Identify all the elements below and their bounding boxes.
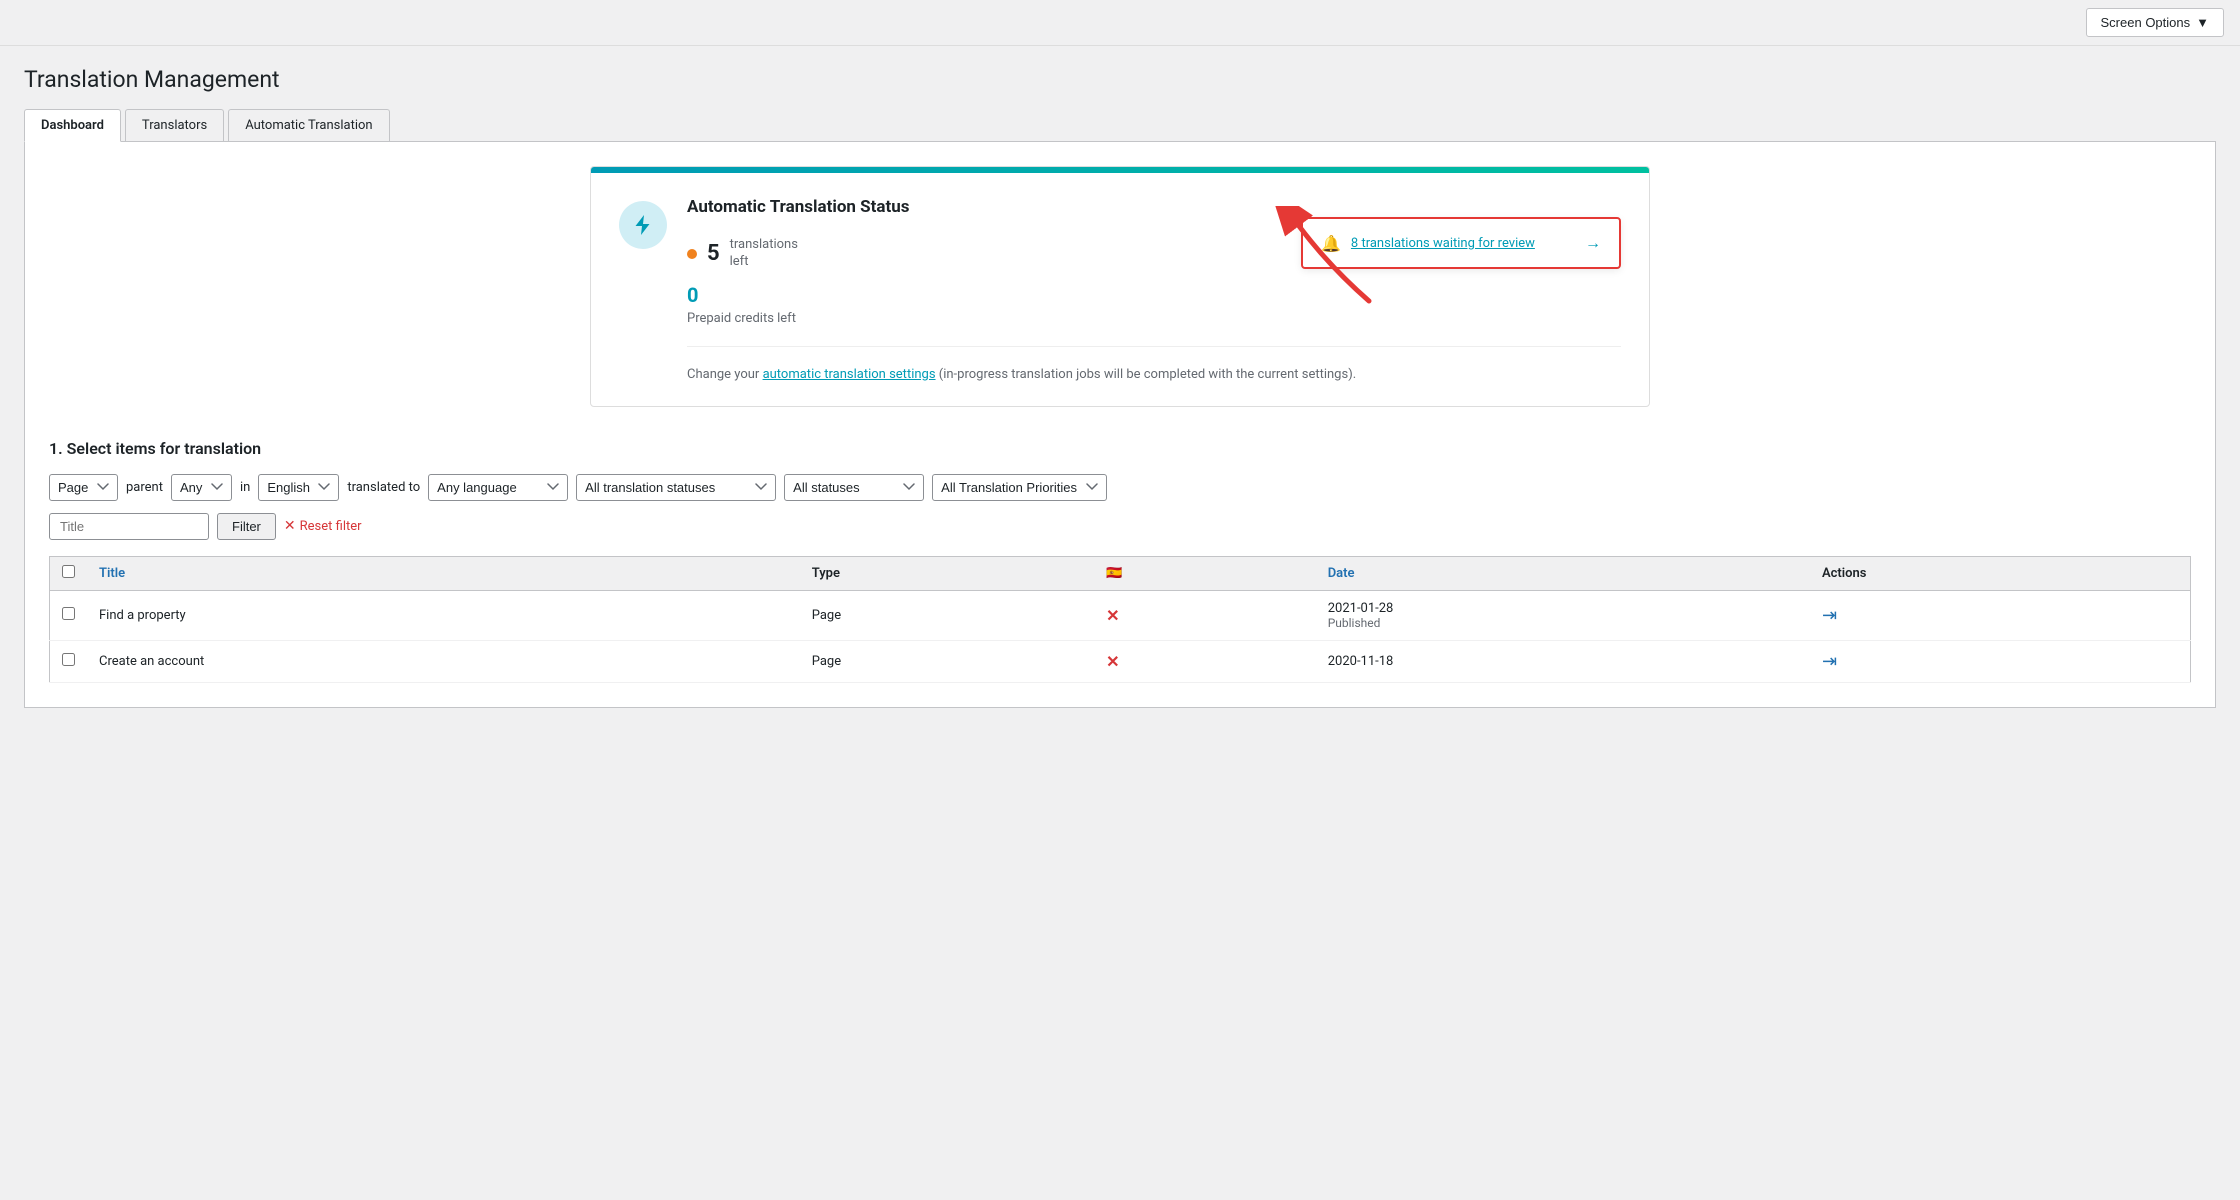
status-x-mark: ✕: [1106, 652, 1119, 671]
language-in-select[interactable]: English: [258, 474, 339, 501]
header-title[interactable]: Title: [87, 556, 800, 590]
row-date: 2021-01-28 Published: [1316, 590, 1810, 640]
row-type: Page: [800, 640, 1094, 682]
row-date: 2020-11-18: [1316, 640, 1810, 682]
header-checkbox-cell: [50, 556, 88, 590]
status-x-mark: ✕: [1106, 606, 1119, 625]
row-flag-status: ✕: [1094, 640, 1316, 682]
footer-text-after: (in-progress translation jobs will be co…: [936, 367, 1357, 382]
all-statuses-select[interactable]: All statuses: [784, 474, 924, 501]
screen-options-label: Screen Options: [2101, 15, 2191, 30]
header-actions: Actions: [1810, 556, 2191, 590]
translation-status-select[interactable]: All translation statuses: [576, 474, 776, 501]
table-body: Find a property Page ✕ 2021-01-28 Publis…: [50, 590, 2191, 682]
filter-row-1: Page parent Any in English translated to…: [49, 474, 2191, 501]
row-date-published: Published: [1328, 616, 1798, 630]
status-icon-circle: [619, 201, 667, 249]
translations-count: 5: [707, 241, 720, 266]
row-date-main: 2020-11-18: [1328, 654, 1798, 669]
translate-action-icon[interactable]: ⇥: [1822, 651, 1837, 672]
row-date-main: 2021-01-28: [1328, 601, 1798, 616]
reset-filter-label: Reset filter: [300, 519, 362, 534]
header-type: Type: [800, 556, 1094, 590]
row-actions: ⇥: [1810, 590, 2191, 640]
credits-label: Prepaid credits left: [687, 311, 1621, 326]
row-checkbox[interactable]: [62, 653, 75, 666]
parent-select[interactable]: Any: [171, 474, 232, 501]
page-content: Translation Management Dashboard Transla…: [0, 46, 2240, 728]
row-type: Page: [800, 590, 1094, 640]
filter-button[interactable]: Filter: [217, 513, 276, 540]
lightning-icon: [631, 213, 655, 237]
tabs-bar: Dashboard Translators Automatic Translat…: [24, 109, 2216, 142]
section-title: 1. Select items for translation: [49, 439, 2191, 458]
in-label: in: [240, 480, 250, 495]
screen-options-button[interactable]: Screen Options ▼: [2086, 8, 2224, 37]
filter-row-2: Filter ✕ Reset filter: [49, 513, 2191, 540]
orange-dot-indicator: [687, 249, 697, 259]
row-title: Find a property: [87, 590, 800, 640]
priorities-select[interactable]: All Translation Priorities: [932, 474, 1107, 501]
reset-filter-link[interactable]: ✕ Reset filter: [284, 518, 362, 534]
row-checkbox-cell: [50, 640, 88, 682]
row-checkbox-cell: [50, 590, 88, 640]
parent-label: parent: [126, 480, 163, 495]
status-card-title: Automatic Translation Status: [687, 197, 1621, 217]
footer-text-before: Change your: [687, 367, 763, 382]
row-title: Create an account: [87, 640, 800, 682]
translated-to-select[interactable]: Any language: [428, 474, 568, 501]
tab-translators[interactable]: Translators: [125, 109, 224, 141]
status-card-footer: Change your automatic translation settin…: [687, 367, 1621, 382]
tab-automatic-translation[interactable]: Automatic Translation: [228, 109, 389, 141]
header-flag: 🇪🇸: [1094, 556, 1316, 590]
row-actions: ⇥: [1810, 640, 2191, 682]
table-header: Title Type 🇪🇸 Date Actions: [50, 556, 2191, 590]
translated-to-label: translated to: [347, 480, 420, 495]
review-translations-link[interactable]: 8 translations waiting for review: [1351, 236, 1575, 251]
translations-label: translationsleft: [730, 237, 798, 271]
arrow-right-icon: →: [1585, 233, 1601, 253]
title-input[interactable]: [49, 513, 209, 540]
type-select[interactable]: Page: [49, 474, 118, 501]
row-flag-status: ✕: [1094, 590, 1316, 640]
page-title: Translation Management: [24, 66, 2216, 93]
header-date[interactable]: Date: [1316, 556, 1810, 590]
automatic-translation-settings-link[interactable]: automatic translation settings: [763, 367, 936, 382]
table-row: Find a property Page ✕ 2021-01-28 Publis…: [50, 590, 2191, 640]
translation-table: Title Type 🇪🇸 Date Actions Find a proper…: [49, 556, 2191, 683]
status-card-divider: [687, 346, 1621, 347]
credits-count: 0: [687, 283, 1621, 307]
row-checkbox[interactable]: [62, 607, 75, 620]
table-row: Create an account Page ✕ 2020-11-18 ⇥: [50, 640, 2191, 682]
status-card-body: Automatic Translation Status 5 translati…: [591, 173, 1649, 406]
chevron-down-icon: ▼: [2196, 15, 2209, 30]
screen-options-bar: Screen Options ▼: [0, 0, 2240, 46]
select-all-checkbox[interactable]: [62, 565, 75, 578]
tab-dashboard[interactable]: Dashboard: [24, 109, 121, 142]
table-header-row: Title Type 🇪🇸 Date Actions: [50, 556, 2191, 590]
main-area: Automatic Translation Status 5 translati…: [24, 142, 2216, 708]
x-icon: ✕: [284, 518, 296, 534]
notification-box: 🔔 8 translations waiting for review →: [1301, 217, 1621, 269]
translate-action-icon[interactable]: ⇥: [1822, 605, 1837, 626]
bell-icon: 🔔: [1321, 234, 1341, 253]
status-card: Automatic Translation Status 5 translati…: [590, 166, 1650, 407]
